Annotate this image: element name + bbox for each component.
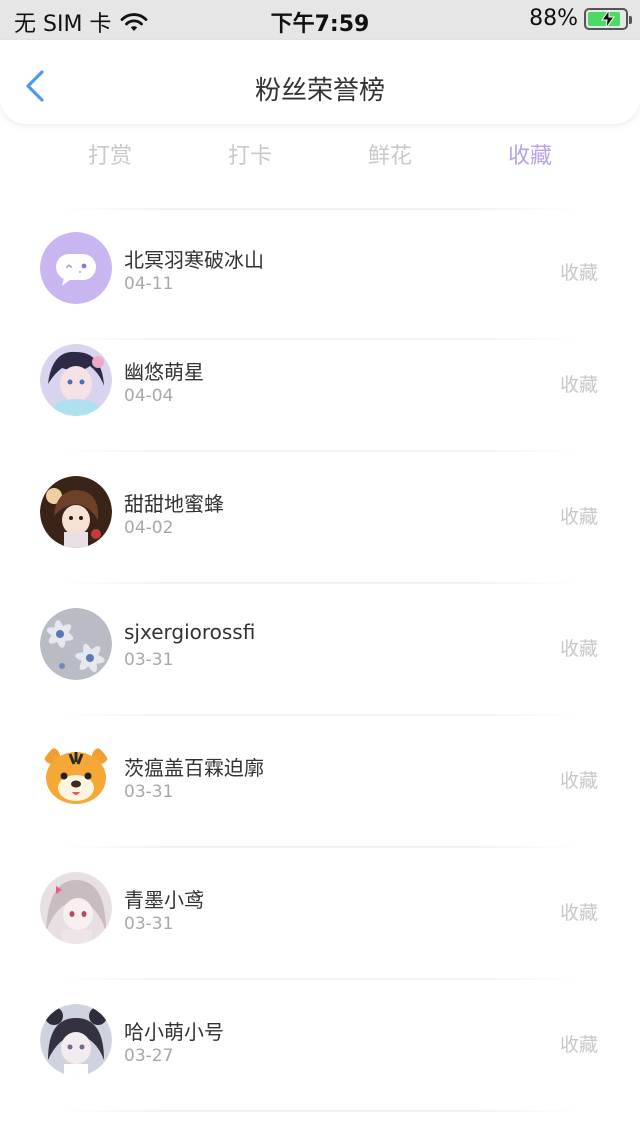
action-label: 收藏: [559, 902, 598, 924]
nav-bar: 粉丝荣誉榜: [0, 40, 640, 124]
status-bar: 无 SIM 卡 下午7:59 88%: [0, 0, 640, 40]
charging-bolt-icon: [601, 9, 615, 28]
anime-girl-avatar: [40, 872, 112, 944]
fan-date: 04-02: [124, 518, 174, 538]
battery-percent: 88%: [529, 6, 578, 31]
list-item[interactable]: sjxergiorossfi 03-31 收藏: [0, 584, 640, 716]
anime-girl-avatar: [40, 476, 112, 548]
tab-checkin[interactable]: 打卡: [180, 140, 320, 180]
list-item[interactable]: 幽悠萌星 04-04 收藏: [0, 320, 640, 452]
list-item[interactable]: 茨瘟盖百霖迫廓 03-31 收藏: [0, 716, 640, 848]
fan-list: 北冥羽寒破冰山 04-11 收藏 幽悠萌星 04-04 收藏 甜甜地蜜蜂 04-…: [0, 188, 640, 1112]
list-item[interactable]: 青墨小鸢 03-31 收藏: [0, 848, 640, 980]
action-label: 收藏: [559, 374, 598, 396]
fan-date: 03-31: [124, 650, 174, 670]
anime-girl-avatar: [40, 1004, 112, 1076]
fan-name: 青墨小鸢: [124, 888, 204, 912]
fan-name: 甜甜地蜜蜂: [124, 492, 224, 516]
action-label: 收藏: [559, 770, 598, 792]
list-item[interactable]: 甜甜地蜜蜂 04-02 收藏: [0, 452, 640, 584]
action-label: 收藏: [559, 1034, 598, 1056]
screen: 无 SIM 卡 下午7:59 88% 粉丝荣誉榜 打赏 打卡 鲜花 收藏 北冥羽…: [0, 0, 640, 1136]
fan-name: 北冥羽寒破冰山: [124, 248, 264, 272]
fan-name: 茨瘟盖百霖迫廓: [124, 756, 264, 780]
flowers-avatar: [40, 608, 112, 680]
fan-date: 03-31: [124, 914, 174, 934]
anime-girl-avatar: [40, 344, 112, 416]
fan-name: sjxergiorossfi: [124, 620, 256, 644]
fan-name: 幽悠萌星: [124, 360, 204, 384]
fan-name: 哈小萌小号: [124, 1020, 224, 1044]
status-right: 88%: [529, 6, 632, 31]
battery-icon: [584, 7, 632, 30]
page-title: 粉丝荣誉榜: [254, 76, 385, 106]
tab-reward[interactable]: 打赏: [40, 140, 180, 180]
action-label: 收藏: [559, 262, 598, 284]
battery-fill: [588, 9, 620, 28]
action-label: 收藏: [559, 638, 598, 660]
tiger-avatar: [40, 740, 112, 812]
fan-date: 04-04: [124, 386, 174, 406]
tab-bar: 打赏 打卡 鲜花 收藏: [40, 140, 600, 180]
list-item[interactable]: 哈小萌小号 03-27 收藏: [0, 980, 640, 1112]
fan-date: 03-27: [124, 1046, 174, 1066]
fan-date: 04-11: [124, 274, 174, 294]
action-label: 收藏: [559, 506, 598, 528]
divider: [60, 1110, 580, 1112]
tab-favorites[interactable]: 收藏: [460, 140, 600, 180]
tab-flowers[interactable]: 鲜花: [320, 140, 460, 180]
default-chat-avatar: [40, 232, 112, 304]
fan-date: 03-31: [124, 782, 174, 802]
